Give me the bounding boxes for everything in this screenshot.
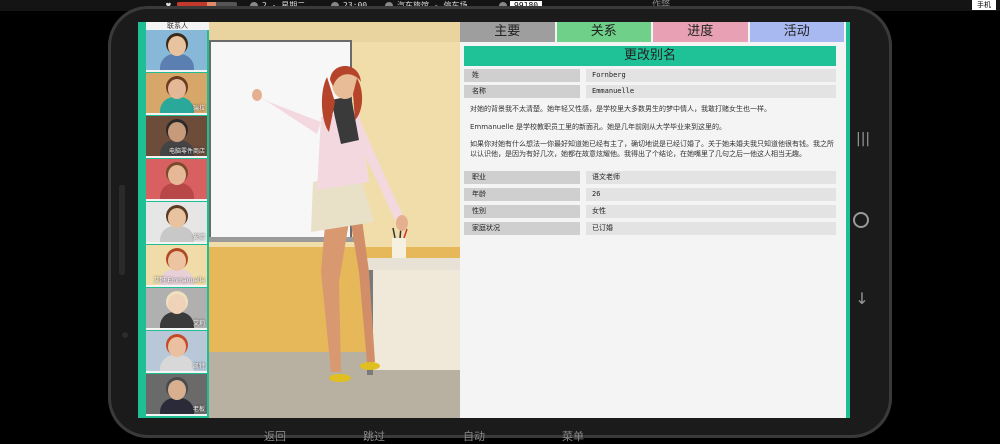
back-arrow-icon[interactable]: ↓ xyxy=(853,290,871,308)
contacts-sidebar: 联系人 瑞拉电脑零件商店安娜艾玛 Emmanuelle 艾莉凯特老板 xyxy=(138,22,209,418)
name-label: 名称 xyxy=(464,85,580,98)
contact-name: 电脑零件商店 xyxy=(168,148,205,155)
contact-avatar-face xyxy=(168,165,186,185)
contact-avatar-body xyxy=(160,312,194,328)
contact-item[interactable]: 电脑零件商店 xyxy=(146,116,207,158)
contact-avatar-body xyxy=(160,226,194,242)
contact-avatar-body xyxy=(160,398,194,414)
tab-2[interactable]: 进度 xyxy=(653,22,748,42)
contact-avatar-face xyxy=(168,251,186,271)
contact-avatar-face xyxy=(168,122,186,142)
contact-avatar-face xyxy=(168,294,186,314)
tab-1[interactable]: 关系 xyxy=(556,22,651,42)
name-value: Emmanuelle xyxy=(586,85,836,98)
contact-name: 艾玛 Emmanuelle xyxy=(153,277,205,284)
description-paragraph-2: Emmanuelle 是学校教职员工里的新面孔。她是几年前刚从大学毕业来到这里的… xyxy=(470,123,726,131)
job-value: 语文老师 xyxy=(586,171,836,184)
home-icon[interactable] xyxy=(853,212,869,228)
contact-item[interactable]: 艾莉 xyxy=(146,288,207,330)
profile-panel: 主要 关系 进度 活动 更改别名 姓 Fornberg 名称 Emmanuelle 对… xyxy=(460,22,846,418)
contact-item[interactable]: 瑞拉 xyxy=(146,73,207,115)
auto-button[interactable]: 自动 xyxy=(463,428,485,444)
contact-item[interactable]: 老板 xyxy=(146,374,207,416)
contact-item[interactable]: 安娜 xyxy=(146,202,207,244)
contact-avatar-face xyxy=(168,208,186,228)
contact-avatar-body xyxy=(160,183,194,199)
change-alias-button[interactable]: 更改别名 xyxy=(464,46,836,66)
job-label: 职业 xyxy=(464,171,580,184)
contact-name: 老板 xyxy=(192,406,205,413)
contact-avatar-face xyxy=(168,380,186,400)
tab-0[interactable]: 主要 xyxy=(460,22,555,42)
skip-button[interactable]: 跳过 xyxy=(363,428,385,444)
contact-name: 安娜 xyxy=(192,234,205,241)
age-value: 26 xyxy=(586,188,836,201)
contact-name: 艾莉 xyxy=(192,320,205,327)
recent-apps-icon[interactable]: ||| xyxy=(856,130,870,148)
age-label: 年龄 xyxy=(464,188,580,201)
menu-button[interactable]: 菜单 xyxy=(562,428,584,444)
surname-label: 姓 xyxy=(464,69,580,82)
tab-3[interactable]: 活动 xyxy=(749,22,844,42)
contact-item[interactable]: 凯特 xyxy=(146,331,207,373)
character-portrait xyxy=(209,22,460,418)
screen-right-strip xyxy=(846,22,850,418)
contact-item[interactable]: 艾玛 Emmanuelle xyxy=(146,245,207,287)
contact-avatar-body xyxy=(160,54,194,70)
contact-name: 瑞拉 xyxy=(192,105,205,112)
phone-menu-button[interactable]: 手机 xyxy=(972,0,996,10)
contact-avatar-face xyxy=(168,79,186,99)
contacts-title: 联系人 xyxy=(146,22,209,30)
contact-avatar-body xyxy=(160,97,194,113)
surname-value: Fornberg xyxy=(586,69,836,82)
contact-item[interactable] xyxy=(146,30,207,72)
gender-label: 性别 xyxy=(464,205,580,218)
contact-avatar-face xyxy=(168,337,186,357)
phone-screen: 联系人 瑞拉电脑零件商店安娜艾玛 Emmanuelle 艾莉凯特老板 xyxy=(138,22,846,418)
contact-avatar-face xyxy=(168,36,186,56)
description-paragraph-3: 如果你对她有什么想法一你最好知道她已经有主了，确切地说是已经订婚了。关于她未婚夫… xyxy=(470,140,834,158)
gender-value: 女性 xyxy=(586,205,836,218)
phone-side-button xyxy=(119,185,125,275)
camera-dot xyxy=(122,332,128,338)
contact-item[interactable] xyxy=(146,159,207,201)
marital-status-value: 已订婚 xyxy=(586,222,836,235)
marital-status-label: 家庭状况 xyxy=(464,222,580,235)
description-paragraph-1: 对她的背景我不太清楚。她年轻又性感，是学校里大多数男生的梦中情人，我敢打赌女生也… xyxy=(470,105,771,113)
portrait-illustration xyxy=(209,22,460,418)
back-button[interactable]: 返回 xyxy=(264,428,286,444)
contact-avatar-body xyxy=(160,355,194,371)
contact-name: 凯特 xyxy=(192,363,205,370)
